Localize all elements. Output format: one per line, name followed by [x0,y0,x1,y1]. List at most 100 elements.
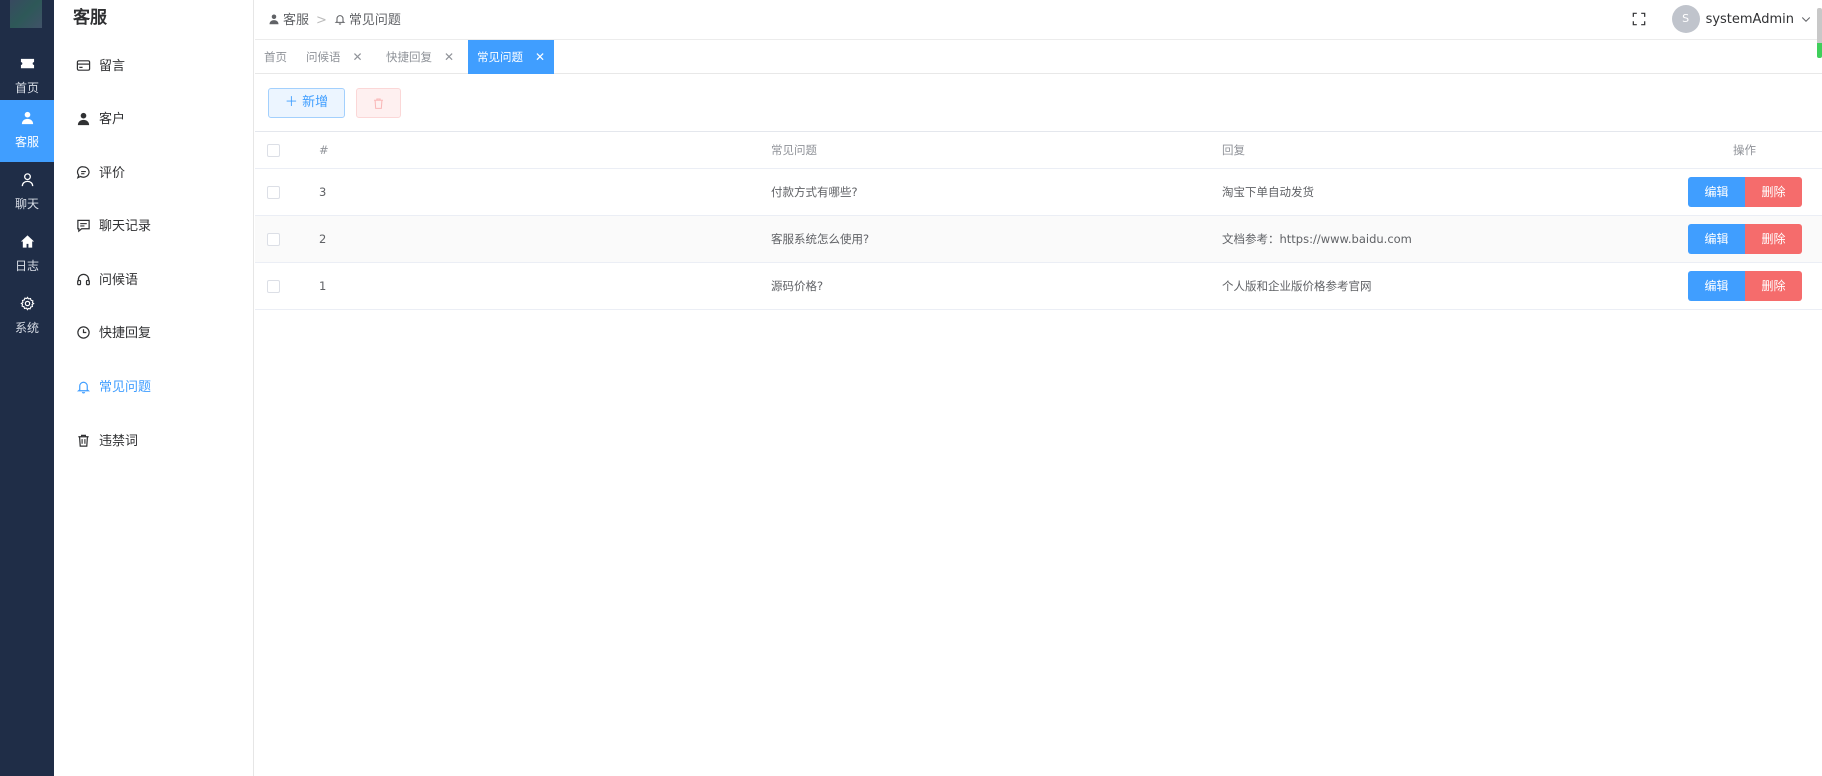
delete-button[interactable]: 删除 [1745,177,1802,207]
ticket-icon [0,56,54,76]
rail-item-chat[interactable]: 聊天 [0,162,54,224]
bell-icon [334,15,346,25]
clock-icon [77,326,90,339]
header-right: S systemAdmin [1632,4,1812,34]
breadcrumb-item[interactable]: 客服 [283,13,309,28]
delete-button[interactable]: 删除 [1745,271,1802,301]
user-icon [0,110,54,130]
select-all-checkbox[interactable] [267,132,280,168]
row-question: 源码价格? [771,279,824,293]
user-icon [269,14,279,25]
logo [10,0,42,28]
menu-item-label: 聊天记录 [99,219,152,234]
rail-item-system[interactable]: 系统 [0,286,54,348]
row-checkbox[interactable] [267,169,280,215]
delete-button[interactable]: 删除 [1745,224,1802,254]
add-button-label: 新增 [302,95,329,110]
plus-icon: ＋ [284,95,298,110]
add-button[interactable]: ＋ 新增 [268,88,345,118]
chat-bubble-icon [76,166,90,179]
rail-item-logs[interactable]: 日志 [0,224,54,286]
column-header-answer: 回复 [1222,143,1245,157]
row-index: 2 [319,232,327,246]
row-answer: 个人版和企业版价格参考官网 [1222,279,1372,293]
column-header-operations: 操作 [1733,143,1756,157]
close-icon[interactable]: ✕ [444,50,454,64]
row-answer: 淘宝下单自动发货 [1222,185,1314,199]
row-index: 3 [319,185,327,199]
menu-item-banned-words[interactable]: 违禁词 [54,422,253,462]
top-header: 客服 > 常见问题 S systemAdmin [255,0,1822,58]
menu-item-label: 违禁词 [99,434,139,449]
chat-square-icon [77,219,90,233]
row-checkbox[interactable] [267,216,280,262]
user-outline-icon [0,172,54,192]
row-index: 1 [319,279,327,293]
trash-icon [78,434,89,447]
rail-item-home[interactable]: 首页 [0,46,54,108]
gear-icon [0,296,54,316]
table-header: # 常见问题 回复 操作 [255,131,1822,169]
rail-item-label: 聊天 [14,197,39,211]
menu-item-ratings[interactable]: 评价 [54,154,253,194]
user-icon [77,112,90,126]
rail-item-label: 首页 [14,81,39,95]
tab-greetings[interactable]: 问候语 ✕ [297,40,372,74]
headset-icon [77,273,90,286]
fullscreen-icon[interactable] [1632,12,1646,26]
row-question: 付款方式有哪些? [771,185,858,199]
tab-label: 快捷回复 [386,50,432,64]
row-actions: 编辑 删除 [1688,263,1802,309]
app: 首页 客服 聊天 日志 系统 客服 留言 客户 评价 聊天记录 问候语 快捷回复… [0,0,1822,776]
menu-item-messages[interactable]: 留言 [54,47,253,87]
menu-item-customers[interactable]: 客户 [54,100,253,140]
home-icon [0,234,54,254]
credit-card-icon [76,60,91,71]
trash-icon [374,98,383,109]
avatar[interactable]: S [1671,5,1700,33]
username[interactable]: systemAdmin [1706,12,1794,27]
sub-menu: 客服 留言 客户 评价 聊天记录 问候语 快捷回复 常见问题 违禁词 [54,0,254,776]
rail-item-customer-service[interactable]: 客服 [0,100,54,162]
close-icon[interactable]: ✕ [353,50,363,64]
tab-bar: 首页 问候语 ✕ 快捷回复 ✕ 常见问题 ✕ [255,40,1822,74]
tab-label: 常见问题 [477,50,523,64]
row-actions: 编辑 删除 [1688,216,1802,262]
edit-button[interactable]: 编辑 [1688,224,1745,254]
table-row: 1 源码价格? 个人版和企业版价格参考官网 编辑 删除 [255,263,1822,310]
menu-item-label: 快捷回复 [99,326,152,341]
tab-quick-reply[interactable]: 快捷回复 ✕ [377,40,463,74]
tab-label: 首页 [264,50,287,64]
row-checkbox[interactable] [267,263,280,309]
faq-table: # 常见问题 回复 操作 3 付款方式有哪些? 淘宝下单自动发货 编辑 删除 2 … [255,131,1822,310]
row-answer: 文档参考：https://www.baidu.com [1222,232,1412,246]
rail-item-label: 系统 [14,321,39,335]
menu-item-label: 问候语 [99,273,139,288]
breadcrumb-separator: > [316,13,327,28]
tab-faq[interactable]: 常见问题 ✕ [468,40,555,74]
menu-item-chat-history[interactable]: 聊天记录 [54,207,253,247]
main-nav-rail: 首页 客服 聊天 日志 系统 [0,0,54,776]
menu-item-label: 留言 [99,59,126,74]
menu-item-quick-reply[interactable]: 快捷回复 [54,314,253,354]
column-header-index: # [319,143,329,157]
menu-item-label: 客户 [99,112,126,127]
batch-delete-button[interactable] [356,88,401,118]
row-actions: 编辑 删除 [1688,169,1802,215]
sub-menu-title: 客服 [73,8,107,28]
menu-item-greetings[interactable]: 问候语 [54,261,253,301]
menu-item-label: 常见问题 [99,380,152,395]
menu-item-label: 评价 [99,166,126,181]
breadcrumb: 客服 > 常见问题 [268,9,401,28]
menu-item-faq[interactable]: 常见问题 [54,368,253,408]
table-row: 3 付款方式有哪些? 淘宝下单自动发货 编辑 删除 [255,169,1822,216]
table-row: 2 客服系统怎么使用? 文档参考：https://www.baidu.com 编… [255,216,1822,263]
column-header-question: 常见问题 [771,143,817,157]
chevron-down-icon[interactable] [1800,13,1812,25]
row-question: 客服系统怎么使用? [771,232,870,246]
close-icon[interactable]: ✕ [535,50,545,64]
edit-button[interactable]: 编辑 [1688,271,1745,301]
edit-button[interactable]: 编辑 [1688,177,1745,207]
tab-label: 问候语 [306,50,341,64]
tab-home[interactable]: 首页 [255,40,296,74]
